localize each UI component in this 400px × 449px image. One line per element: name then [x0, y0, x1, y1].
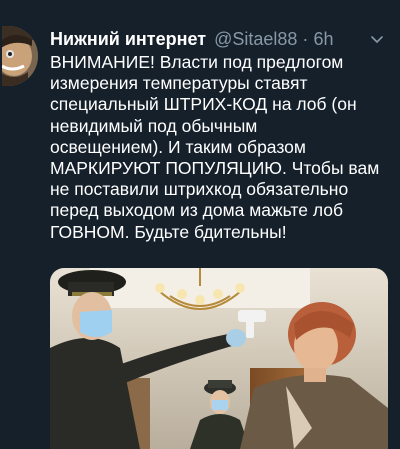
chevron-down-icon[interactable]	[370, 30, 384, 44]
author-avatar[interactable]	[2, 26, 38, 86]
tweet: Нижний интернет @Sitael88 · 6h ВНИМАНИЕ!…	[0, 0, 400, 449]
author-name[interactable]: Нижний интернет	[50, 29, 206, 49]
tweet-text: ВНИМАНИЕ! Власти под предлогом измерения…	[50, 52, 380, 242]
separator: ·	[302, 29, 309, 49]
tweet-time[interactable]: 6h	[313, 29, 333, 49]
author-handle[interactable]: @Sitael88 · 6h	[214, 29, 333, 49]
tweet-header: Нижний интернет @Sitael88 · 6h	[50, 28, 390, 50]
tweet-photo[interactable]	[50, 268, 388, 449]
handle-text: @Sitael88	[214, 29, 298, 49]
